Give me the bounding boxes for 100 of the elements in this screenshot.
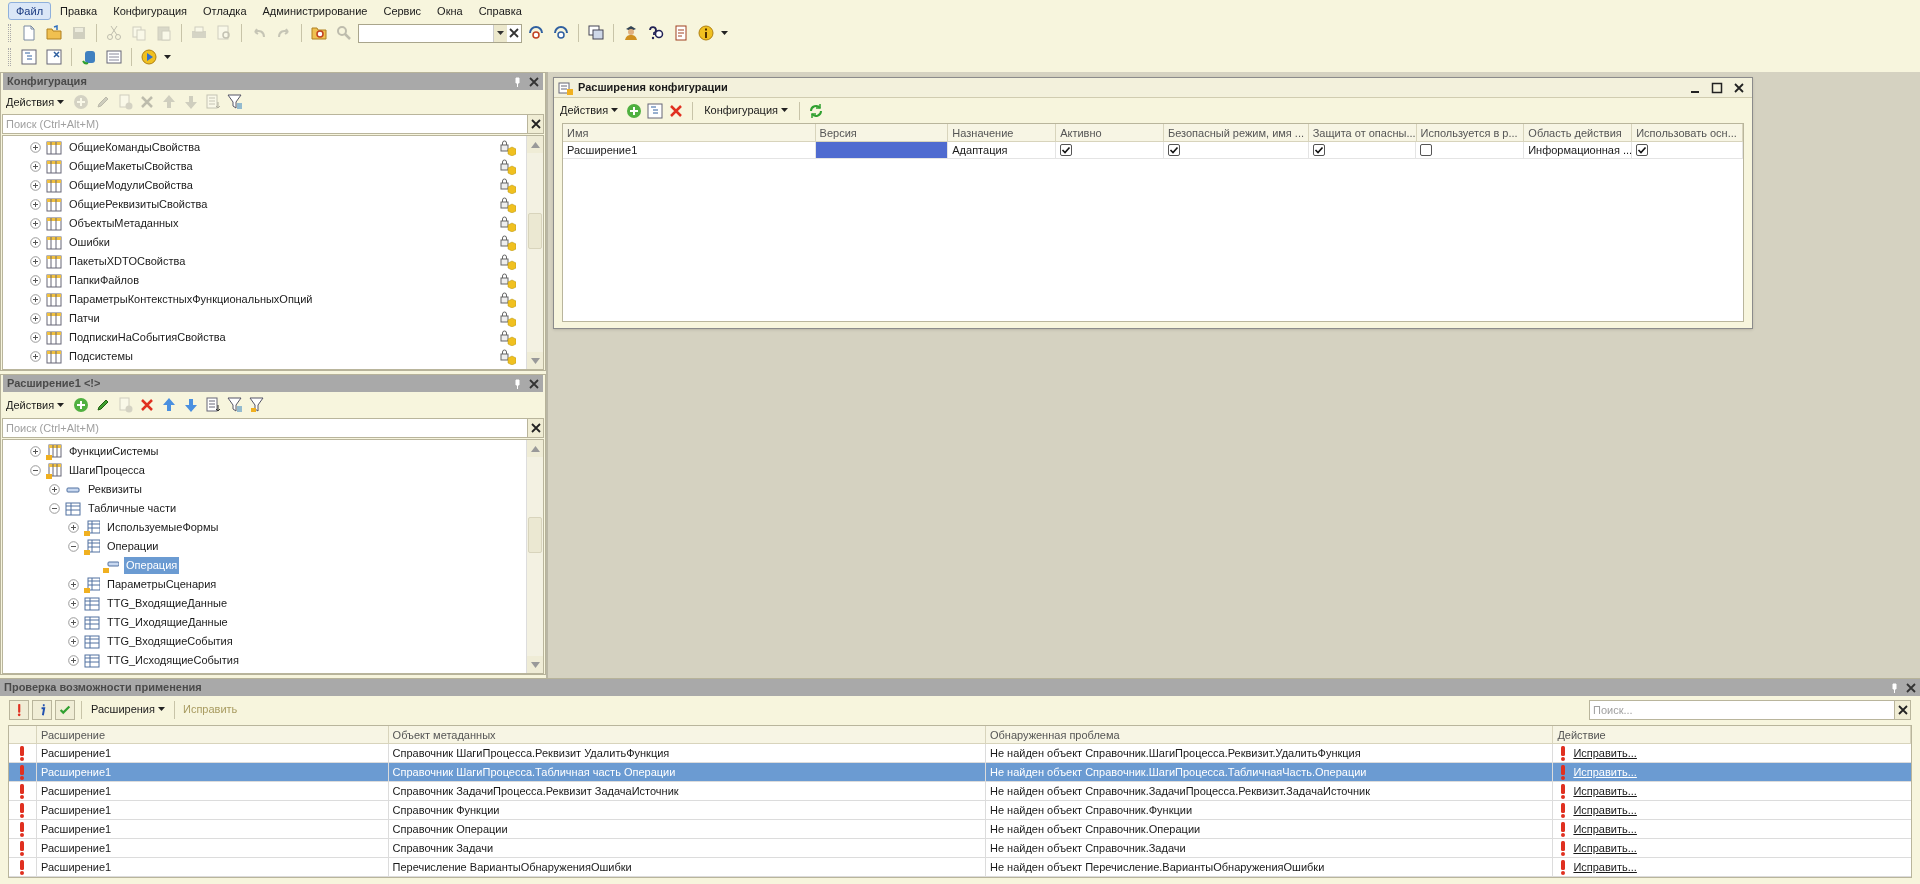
fix-link[interactable]: Исправить...: [1573, 782, 1637, 800]
column-header[interactable]: Область действия: [1524, 124, 1633, 141]
add-icon[interactable]: [73, 397, 90, 413]
tree-item[interactable]: Реквизиты: [86, 481, 144, 498]
actions-menu-button[interactable]: Расширения: [88, 699, 168, 720]
tree-item[interactable]: ОбщиеМодулиСвойства: [67, 177, 495, 194]
maximize-icon[interactable]: [1710, 80, 1724, 95]
tree-item[interactable]: Подсистемы: [67, 348, 495, 365]
actions-menu-button[interactable]: Действия: [3, 395, 68, 415]
expand-icon[interactable]: [30, 332, 41, 343]
expand-icon[interactable]: [68, 636, 79, 647]
table-row[interactable]: Расширение1 Перечисление ВариантыОбнаруженияОшибки Не найден объект Перечисление.ВариантыОбнаруженияОшибки Исправить...: [9, 858, 1911, 877]
expand-icon[interactable]: [30, 161, 41, 172]
expand-icon[interactable]: [30, 218, 41, 229]
column-header[interactable]: Назначение: [948, 124, 1057, 141]
expand-icon[interactable]: [30, 446, 41, 457]
find-next-icon[interactable]: [528, 25, 544, 41]
ok-filter-button[interactable]: [55, 699, 75, 720]
checked-checkbox[interactable]: [1636, 144, 1649, 156]
tree-item[interactable]: Патчи: [67, 310, 495, 327]
search-field[interactable]: Поиск...: [1589, 699, 1895, 720]
tree-item[interactable]: TTG_ВходящиеДанные: [105, 595, 229, 612]
tree-item[interactable]: ПараметрыКонтекстныхФункциональныхОпций: [67, 291, 495, 308]
tree-close-icon[interactable]: [46, 49, 62, 65]
expand-icon[interactable]: [30, 199, 41, 210]
folder-icon[interactable]: [46, 25, 62, 41]
scrollbar[interactable]: [526, 440, 543, 673]
actions-menu-button[interactable]: Действия: [557, 100, 622, 121]
column-header[interactable]: Действие: [1553, 726, 1911, 743]
tree-item[interactable]: TTG_ИходящиеДанные: [105, 614, 230, 631]
checked-checkbox[interactable]: [1167, 144, 1180, 156]
folder-search-icon[interactable]: [311, 25, 327, 41]
tree-item[interactable]: ОбщиеРеквизитыСвойства: [67, 196, 495, 213]
add-icon[interactable]: [626, 102, 643, 119]
expand-icon[interactable]: [30, 142, 41, 153]
expand-icon[interactable]: [30, 313, 41, 324]
scrollbar-thumb[interactable]: [528, 213, 542, 249]
tree-item[interactable]: Табличные части: [86, 500, 179, 517]
column-header[interactable]: Защита от опасны...: [1308, 124, 1417, 141]
dropdown-arrow-icon[interactable]: [497, 30, 504, 36]
delete-icon[interactable]: [139, 397, 156, 413]
scrollbar[interactable]: [526, 136, 543, 369]
column-header[interactable]: Обнаруженная проблема: [985, 726, 1554, 743]
find-previous-icon[interactable]: [553, 25, 569, 41]
checked-checkbox[interactable]: [1060, 144, 1073, 156]
expand-icon[interactable]: [68, 655, 79, 666]
tree-item[interactable]: ПодпискиНаСобытияСвойства: [67, 329, 495, 346]
tree-item[interactable]: ОбщиеКомандыСвойства: [67, 139, 495, 156]
expand-icon[interactable]: [30, 275, 41, 286]
expand-icon[interactable]: [30, 237, 41, 248]
fix-link[interactable]: Исправить...: [1573, 839, 1637, 857]
caret-icon[interactable]: [721, 30, 728, 36]
column-header[interactable]: Расширение: [36, 726, 389, 743]
menu-item[interactable]: Справка: [471, 1, 529, 20]
help-search-icon[interactable]: [648, 25, 664, 41]
clear-icon[interactable]: [1896, 703, 1909, 716]
search-field[interactable]: Поиск (Ctrl+Alt+M): [2, 114, 528, 134]
menu-item[interactable]: Файл: [8, 1, 52, 20]
tree-item[interactable]: ОбщиеМакетыСвойства: [67, 158, 495, 175]
tree-item[interactable]: ШагиПроцесса: [67, 462, 147, 479]
fix-link[interactable]: Исправить...: [1573, 820, 1637, 838]
tree-item[interactable]: TTG_ИсходящиеСобытия: [105, 652, 241, 669]
close-icon[interactable]: [1732, 80, 1746, 95]
table-row[interactable]: Расширение1 Справочник Операции Не найден объект Справочник.Операции Исправить...: [9, 820, 1911, 839]
filter-icon[interactable]: [227, 397, 244, 413]
caret-icon[interactable]: [164, 54, 171, 60]
menu-item[interactable]: Отладка: [196, 1, 254, 20]
error-filter-button[interactable]: [9, 699, 29, 720]
clear-icon[interactable]: [507, 26, 521, 40]
menu-item[interactable]: Сервис: [376, 1, 429, 20]
tree-item[interactable]: ИспользуемыеФормы: [105, 519, 221, 536]
list-icon[interactable]: [205, 397, 222, 413]
fix-link[interactable]: Исправить...: [1573, 858, 1637, 876]
filter-icon[interactable]: [227, 94, 244, 110]
info-icon[interactable]: [698, 25, 714, 41]
tree-item[interactable]: Операции: [105, 538, 161, 555]
menu-item[interactable]: Администрирование: [255, 1, 375, 20]
column-header[interactable]: Имя: [563, 124, 816, 141]
table-row[interactable]: Расширение1 Справочник Функции Не найден объект Справочник.Функции Исправить...: [9, 801, 1911, 820]
caret-icon[interactable]: [57, 99, 65, 105]
column-header[interactable]: Используется в р...: [1416, 124, 1525, 141]
menu-item[interactable]: Правка: [53, 1, 105, 20]
collapse-icon[interactable]: [30, 465, 41, 476]
info-filter-button[interactable]: [32, 699, 52, 720]
tree-item[interactable]: TTG_ВходящиеСобытия: [105, 633, 235, 650]
expand-icon[interactable]: [49, 484, 60, 495]
fix-link[interactable]: Исправить...: [1573, 744, 1637, 762]
windows-icon[interactable]: [588, 25, 604, 41]
expand-icon[interactable]: [68, 598, 79, 609]
caret-icon[interactable]: [158, 707, 165, 712]
tree-item[interactable]: Ошибки: [67, 234, 495, 251]
column-header[interactable]: Версия: [815, 124, 949, 141]
menu-item[interactable]: Конфигурация: [106, 1, 195, 20]
collapse-icon[interactable]: [49, 503, 60, 514]
column-header[interactable]: Использовать осн...: [1632, 124, 1743, 141]
expand-icon[interactable]: [68, 579, 79, 590]
checkbox[interactable]: [1420, 144, 1433, 156]
table-row[interactable]: Расширение1 Справочник ЗадачиПроцесса.Реквизит ЗадачаИсточник Не найден объект Справочник.ЗадачиПроцесса.Реквизит.ЗадачаИсточник Исправить...: [9, 782, 1911, 801]
selected-table-cell[interactable]: [815, 142, 949, 158]
caret-icon[interactable]: [57, 402, 65, 408]
